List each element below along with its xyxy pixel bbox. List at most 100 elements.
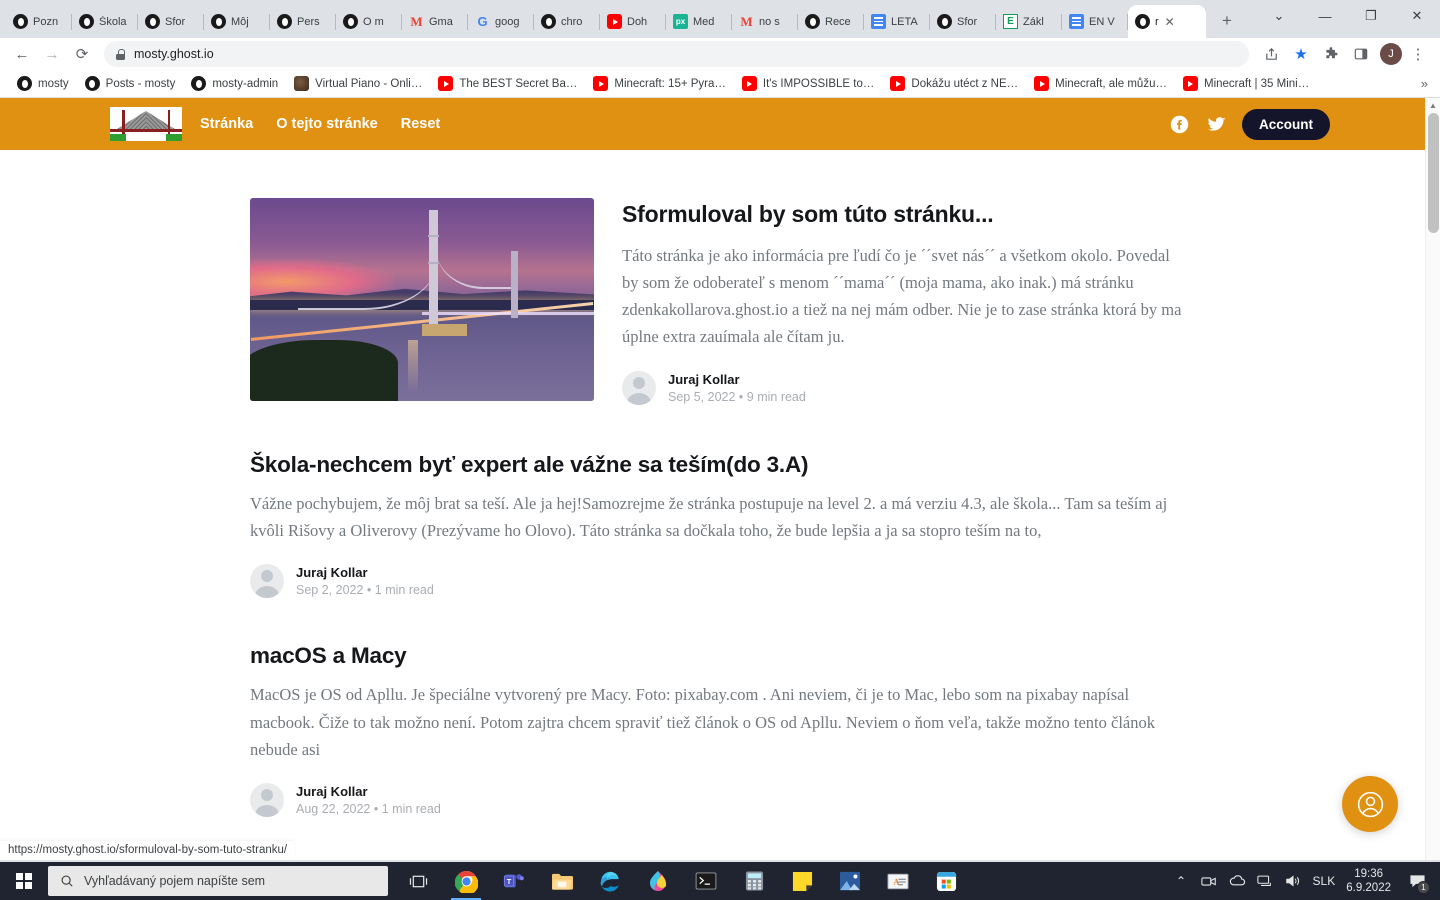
browser-tab[interactable]: M Gma (402, 5, 468, 38)
browser-tab[interactable]: Pers (270, 5, 336, 38)
post-card[interactable]: macOS a Macy MacOS je OS od Apllu. Je šp… (250, 642, 1190, 817)
taskbar-app-calculator[interactable] (730, 862, 778, 900)
taskbar-app-chrome[interactable] (442, 862, 490, 900)
browser-tab[interactable]: Škola (72, 5, 138, 38)
meet-now-icon[interactable] (1201, 873, 1218, 890)
twitter-icon[interactable] (1205, 113, 1227, 135)
post-card[interactable]: Škola-nechcem byť expert ale vážne sa te… (250, 451, 1190, 599)
post-title[interactable]: Škola-nechcem byť expert ale vážne sa te… (250, 451, 1190, 479)
nav-item-stranka[interactable]: Stránka (200, 116, 253, 132)
browser-tab[interactable]: O m (336, 5, 402, 38)
volume-icon[interactable] (1285, 873, 1302, 890)
taskbar-search-input[interactable]: Vyhľadávaný pojem napíšte sem (48, 866, 388, 896)
bookmarks-overflow-icon[interactable]: » (1421, 76, 1430, 91)
bookmark-item[interactable]: The BEST Secret Ba… (431, 73, 584, 94)
bookmark-item[interactable]: mosty (10, 73, 76, 94)
author-name: Juraj Kollar (296, 783, 368, 799)
taskbar-app-paint3d[interactable] (634, 862, 682, 900)
nav-item-o-tejto-stranke[interactable]: O tejto stránke (276, 116, 378, 132)
browser-tab[interactable]: LETA (864, 5, 930, 38)
bookmark-label: Dokážu utéct z NE… (911, 77, 1019, 90)
browser-tab-active[interactable]: r ✕ (1128, 5, 1206, 38)
youtube-icon (438, 76, 454, 91)
browser-tab[interactable]: Mno s (732, 5, 798, 38)
facebook-icon[interactable] (1168, 113, 1190, 135)
bookmark-item[interactable]: Dokážu utéct z NE… (883, 73, 1025, 94)
bookmark-item[interactable]: Posts - mosty (78, 73, 183, 94)
forward-icon[interactable]: → (38, 40, 66, 68)
windows-start-icon[interactable] (0, 862, 48, 900)
windows-taskbar: Vyhľadávaný pojem napíšte sem T A ⌃ SLK … (0, 862, 1440, 900)
tab-label: r (1155, 15, 1159, 28)
page-scrollbar[interactable]: ▲ (1425, 98, 1440, 860)
browser-tab[interactable]: Sfor (138, 5, 204, 38)
youtube-icon (890, 76, 906, 91)
scrollbar-thumb[interactable] (1428, 113, 1439, 233)
browser-tab[interactable]: Sfor (930, 5, 996, 38)
taskbar-app-file-explorer[interactable] (538, 862, 586, 900)
taskbar-app-teams[interactable]: T (490, 862, 538, 900)
tab-search-button[interactable]: ⌄ (1256, 0, 1302, 32)
network-icon[interactable] (1257, 873, 1274, 890)
tab-label: Škola (99, 15, 127, 28)
browser-tab[interactable]: Pozn (6, 5, 72, 38)
post-title[interactable]: Sformuloval by som túto stránku... (622, 200, 1190, 229)
bookmark-item[interactable]: Minecraft, ale můžu… (1027, 73, 1174, 94)
ghost-favicon-icon (79, 14, 94, 29)
language-indicator[interactable]: SLK (1313, 874, 1336, 888)
bookmark-label: Virtual Piano - Onli… (315, 77, 423, 90)
post-card-featured[interactable]: Sformuloval by som túto stránku... Táto … (250, 198, 1190, 405)
portal-account-button[interactable] (1342, 776, 1398, 832)
tab-label: Pers (297, 15, 320, 28)
bookmark-item[interactable]: Minecraft: 15+ Pyra… (586, 73, 733, 94)
browser-tab[interactable]: Ggoog (468, 5, 534, 38)
address-bar[interactable]: mosty.ghost.io (104, 41, 1249, 67)
close-tab-icon[interactable]: ✕ (1165, 16, 1175, 28)
maximize-button[interactable]: ❐ (1348, 0, 1394, 32)
taskbar-app-dictionary[interactable]: A (874, 862, 922, 900)
tab-label: chro (561, 15, 583, 28)
account-button[interactable]: Account (1242, 108, 1330, 140)
reload-icon[interactable]: ⟳ (68, 40, 96, 68)
new-tab-button[interactable]: + (1213, 7, 1241, 35)
browser-tab[interactable]: px Med (666, 5, 732, 38)
clock[interactable]: 19:36 6.9.2022 (1346, 867, 1391, 896)
tray-chevron-icon[interactable]: ⌃ (1173, 873, 1190, 890)
browser-tab[interactable]: EN V (1062, 5, 1128, 38)
tab-label: Gma (429, 15, 453, 28)
bookmark-star-icon[interactable]: ★ (1287, 40, 1315, 68)
extensions-puzzle-icon[interactable] (1317, 40, 1345, 68)
close-window-button[interactable]: ✕ (1394, 0, 1440, 32)
taskbar-app-sticky-notes[interactable] (778, 862, 826, 900)
browser-tab[interactable]: Môj (204, 5, 270, 38)
taskbar-app-command-prompt[interactable] (682, 862, 730, 900)
post-meta: Juraj Kollar Sep 2, 2022 • 1 min read (250, 564, 1190, 599)
browser-tab[interactable]: Doh (600, 5, 666, 38)
post-featured-image[interactable] (250, 198, 594, 401)
nav-item-reset[interactable]: Reset (401, 116, 441, 132)
taskbar-app-photos[interactable] (826, 862, 874, 900)
taskbar-app-microsoft-store[interactable] (922, 862, 970, 900)
browser-tab[interactable]: E Zákl (996, 5, 1062, 38)
bookmark-item[interactable]: It's IMPOSSIBLE to… (735, 73, 881, 94)
scroll-up-arrow-icon[interactable]: ▲ (1426, 98, 1440, 113)
taskbar-app-edge[interactable] (586, 862, 634, 900)
post-date: Sep 5, 2022 (668, 389, 736, 404)
bookmark-item[interactable]: Minecraft | 35 Mini… (1176, 73, 1316, 94)
profile-avatar[interactable]: J (1380, 43, 1402, 65)
back-icon[interactable]: ← (8, 40, 36, 68)
bookmark-item[interactable]: Virtual Piano - Onli… (287, 73, 429, 94)
task-view-icon[interactable] (394, 862, 442, 900)
notification-center-icon[interactable]: 1 (1402, 862, 1432, 900)
bridge-logo-icon[interactable] (110, 107, 182, 141)
onedrive-icon[interactable] (1229, 873, 1246, 890)
browser-tab[interactable]: chro (534, 5, 600, 38)
side-panel-icon[interactable] (1347, 40, 1375, 68)
browser-tab[interactable]: Rece (798, 5, 864, 38)
post-title[interactable]: macOS a Macy (250, 642, 1190, 670)
bookmark-item[interactable]: mosty-admin (184, 73, 285, 94)
ghost-favicon-icon (343, 14, 358, 29)
minimize-button[interactable]: — (1302, 0, 1348, 32)
share-icon[interactable] (1257, 40, 1285, 68)
chrome-menu-icon[interactable]: ⋮ (1404, 40, 1432, 68)
